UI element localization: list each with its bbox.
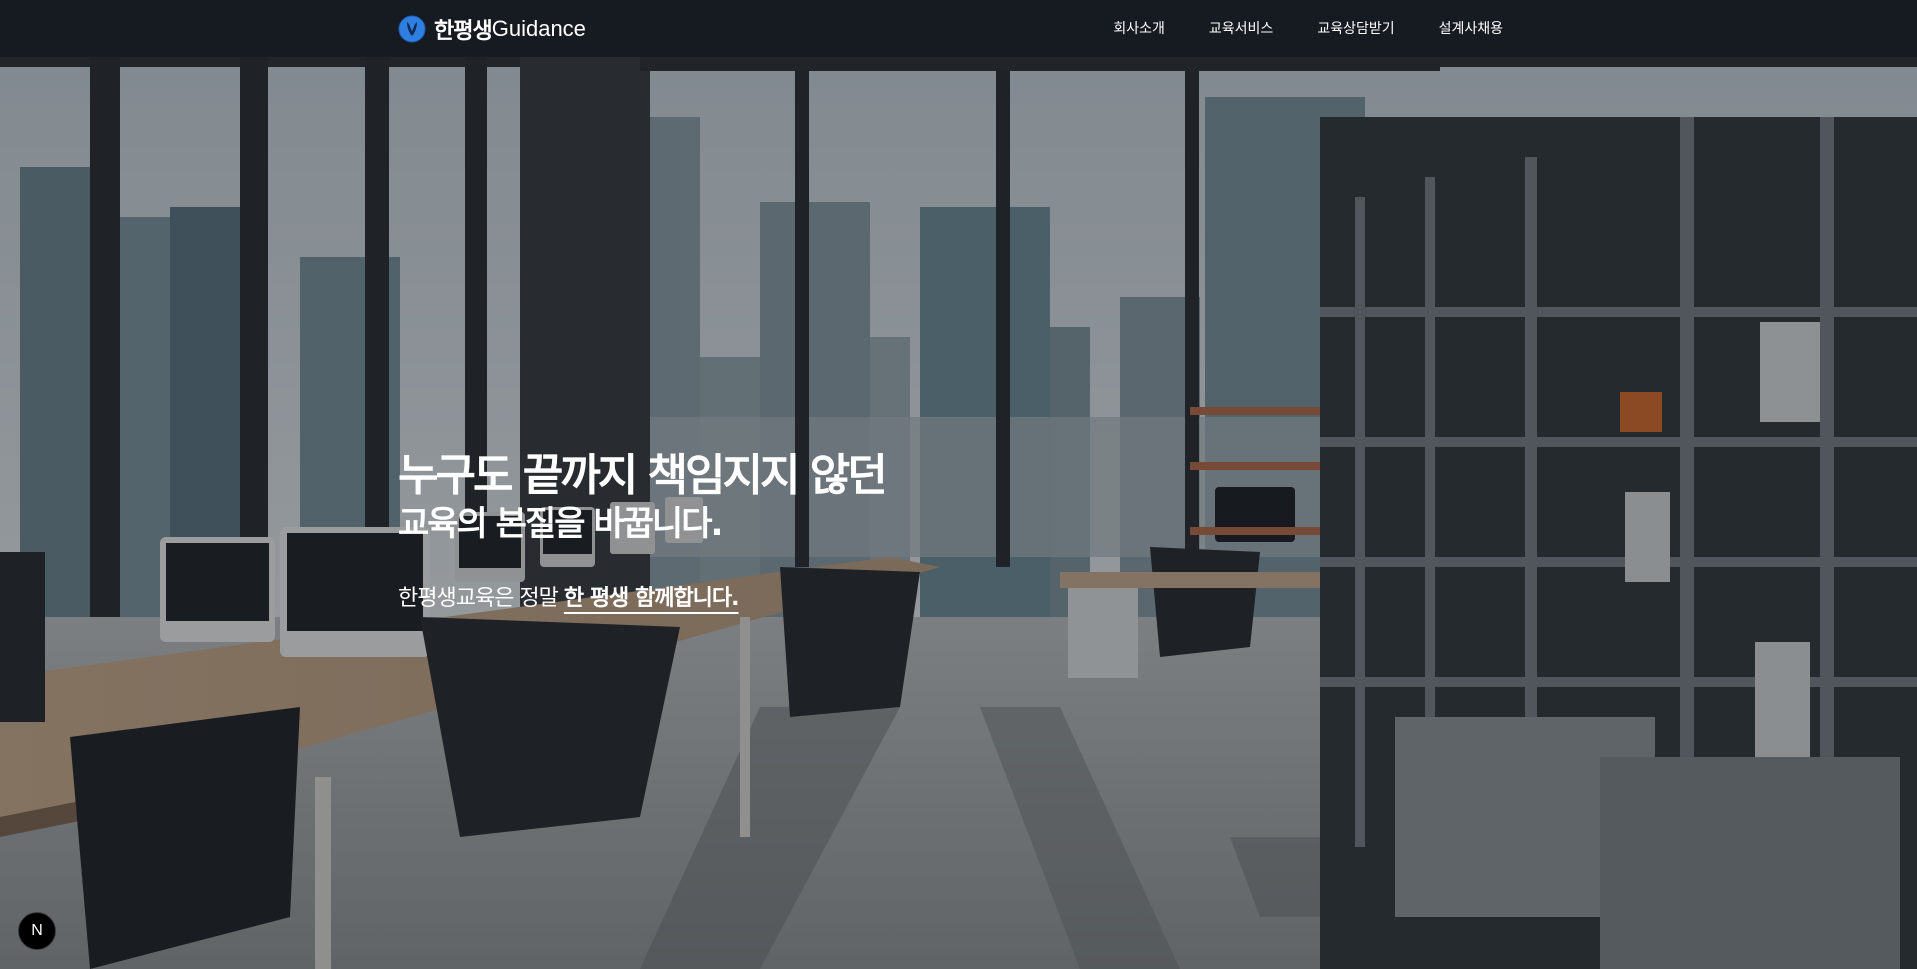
hero-copy: 누구도 끝까지 책임지지 않던 교육의 본질을 바꿉니다. 한평생교육은 정말 …: [398, 450, 888, 612]
hero-headline: 누구도 끝까지 책임지지 않던: [398, 450, 888, 501]
hero-section: 누구도 끝까지 책임지지 않던 교육의 본질을 바꿉니다. 한평생교육은 정말 …: [0, 57, 1917, 969]
hero-tagline-prefix: 한평생교육은 정말: [398, 586, 564, 611]
globe-logo-icon: [398, 15, 426, 43]
hero-subhead: 교육의 본질을 바꿉니다.: [398, 504, 723, 544]
navbar-inner: 한평생 Guidance 회사소개 교육서비스 교육상담받기 설계사채용: [398, 0, 1503, 57]
devtools-badge-label: N: [31, 922, 43, 939]
hero-dark-overlay: [0, 57, 1917, 969]
brand-name-kr: 한평생: [434, 19, 493, 44]
navbar: 한평생 Guidance 회사소개 교육서비스 교육상담받기 설계사채용: [0, 0, 1917, 57]
nextjs-icon[interactable]: N: [18, 912, 56, 950]
brand-name-en: Guidance: [491, 16, 586, 41]
main-menu: 회사소개 교육서비스 교육상담받기 설계사채용: [1069, 18, 1503, 38]
hero-tagline-emphasis: 한 평생 함께합니다.: [563, 586, 740, 611]
nav-item-recruitment[interactable]: 설계사채용: [1439, 18, 1503, 38]
page: 한평생 Guidance 회사소개 교육서비스 교육상담받기 설계사채용 누구도…: [0, 0, 1917, 969]
nav-item-education-services[interactable]: 교육서비스: [1209, 18, 1273, 38]
nav-item-company[interactable]: 회사소개: [1113, 18, 1165, 38]
brand-logo-link[interactable]: 한평생 Guidance: [398, 14, 586, 44]
hero-tagline: 한평생교육은 정말 한 평생 함께합니다.: [398, 580, 885, 612]
nav-item-consultation[interactable]: 교육상담받기: [1317, 18, 1394, 38]
